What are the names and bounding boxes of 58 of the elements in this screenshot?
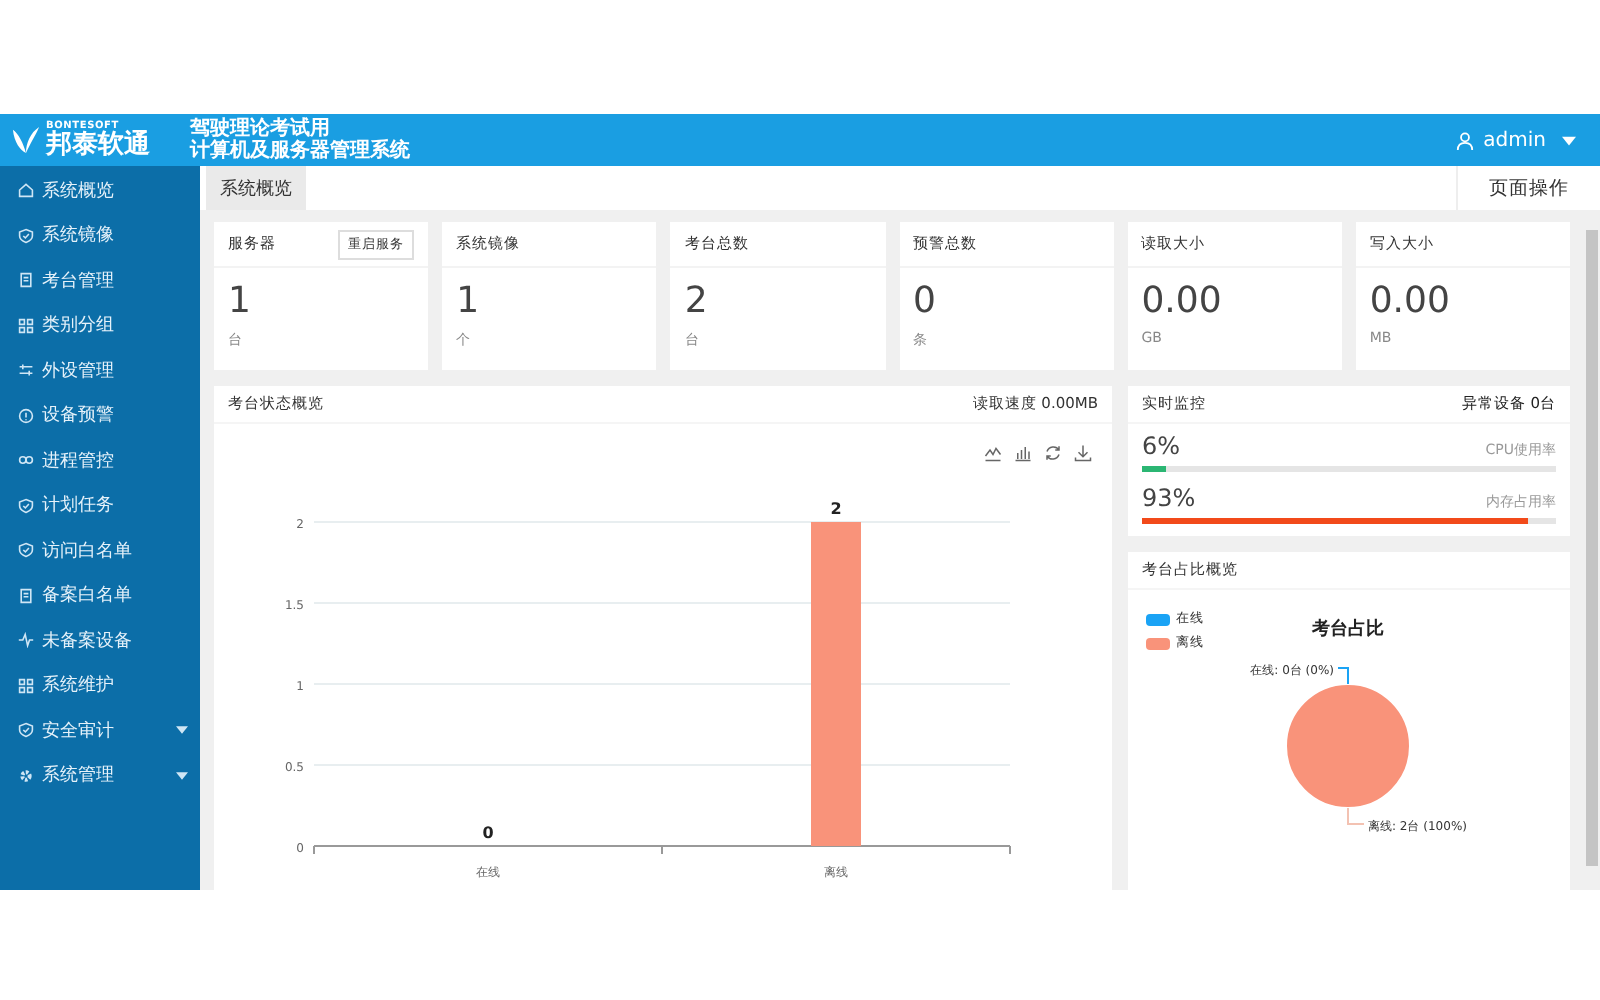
sliders-icon xyxy=(18,362,34,379)
sidebar-item[interactable]: 安全审计 xyxy=(0,708,200,753)
gear-icon xyxy=(18,767,34,784)
stat-value: 0.00 xyxy=(1369,282,1452,322)
app-title: 计算机及服务器管理系统 xyxy=(190,140,410,162)
sidebar-item[interactable]: 备案白名单 xyxy=(0,573,200,618)
legend-swatch[interactable] xyxy=(1146,637,1170,649)
pulse-icon xyxy=(18,632,34,649)
stat-value: 1 xyxy=(456,282,482,322)
home-icon xyxy=(18,182,34,199)
tab[interactable]: 系统概览 xyxy=(206,166,306,210)
shield-icon xyxy=(18,497,34,514)
stat-value: 0.00 xyxy=(1141,282,1224,322)
shield-icon xyxy=(18,542,34,559)
meter-reading: 93% xyxy=(1142,484,1196,512)
sidebar-item[interactable]: 未备案设备 xyxy=(0,618,200,663)
download-icon[interactable] xyxy=(1074,444,1092,462)
caret-icon[interactable] xyxy=(1562,135,1576,145)
sidebar-item[interactable]: 类别分组 xyxy=(0,303,200,348)
sidebar-item[interactable]: 计划任务 xyxy=(0,483,200,528)
user-icon[interactable] xyxy=(1455,131,1474,149)
meter-reading: 6% xyxy=(1142,432,1181,460)
bar-chart-icon[interactable] xyxy=(1014,444,1032,462)
sidebar-item[interactable]: 系统镜像 xyxy=(0,213,200,258)
stat-value: 1 xyxy=(228,282,253,322)
brand-name: 邦泰软通 xyxy=(46,132,150,158)
leader-line xyxy=(1337,667,1349,685)
user-name[interactable]: admin xyxy=(1483,129,1546,151)
caret-icon[interactable] xyxy=(176,771,188,780)
stat-value: 0 xyxy=(913,282,938,322)
sidebar-item[interactable]: 外设管理 xyxy=(0,348,200,393)
sidebar-item[interactable]: 访问白名单 xyxy=(0,528,200,573)
link-icon xyxy=(18,452,34,469)
sidebar-item[interactable]: 系统维护 xyxy=(0,663,200,708)
sidebar-item[interactable]: 进程管控 xyxy=(0,438,200,483)
leaf-logo-icon xyxy=(10,124,42,156)
line-chart-icon[interactable] xyxy=(984,444,1002,462)
sidebar-item[interactable]: 考台管理 xyxy=(0,258,200,303)
document-icon xyxy=(18,587,34,604)
grid-icon xyxy=(18,677,34,694)
shield-icon xyxy=(18,722,34,739)
sidebar-item[interactable]: 系统概览 xyxy=(0,168,200,213)
app-title: 驾驶理论考试用 xyxy=(190,118,330,140)
stat-value: 2 xyxy=(684,282,710,322)
sidebar-item[interactable]: 设备预警 xyxy=(0,393,200,438)
refresh-icon[interactable] xyxy=(1044,444,1062,462)
grid-icon xyxy=(18,317,34,334)
leader-line xyxy=(1347,807,1365,825)
pie-slice xyxy=(1285,683,1411,809)
data-label: 2 xyxy=(830,500,842,518)
info-icon xyxy=(18,407,34,424)
chart-title: 考台占比 xyxy=(1312,620,1384,640)
data-label: 0 xyxy=(482,824,494,842)
document-icon xyxy=(18,272,34,289)
caret-icon[interactable] xyxy=(176,726,188,735)
legend-swatch[interactable] xyxy=(1146,613,1170,625)
shield-icon xyxy=(18,227,34,244)
sidebar-item[interactable]: 系统管理 xyxy=(0,753,200,798)
